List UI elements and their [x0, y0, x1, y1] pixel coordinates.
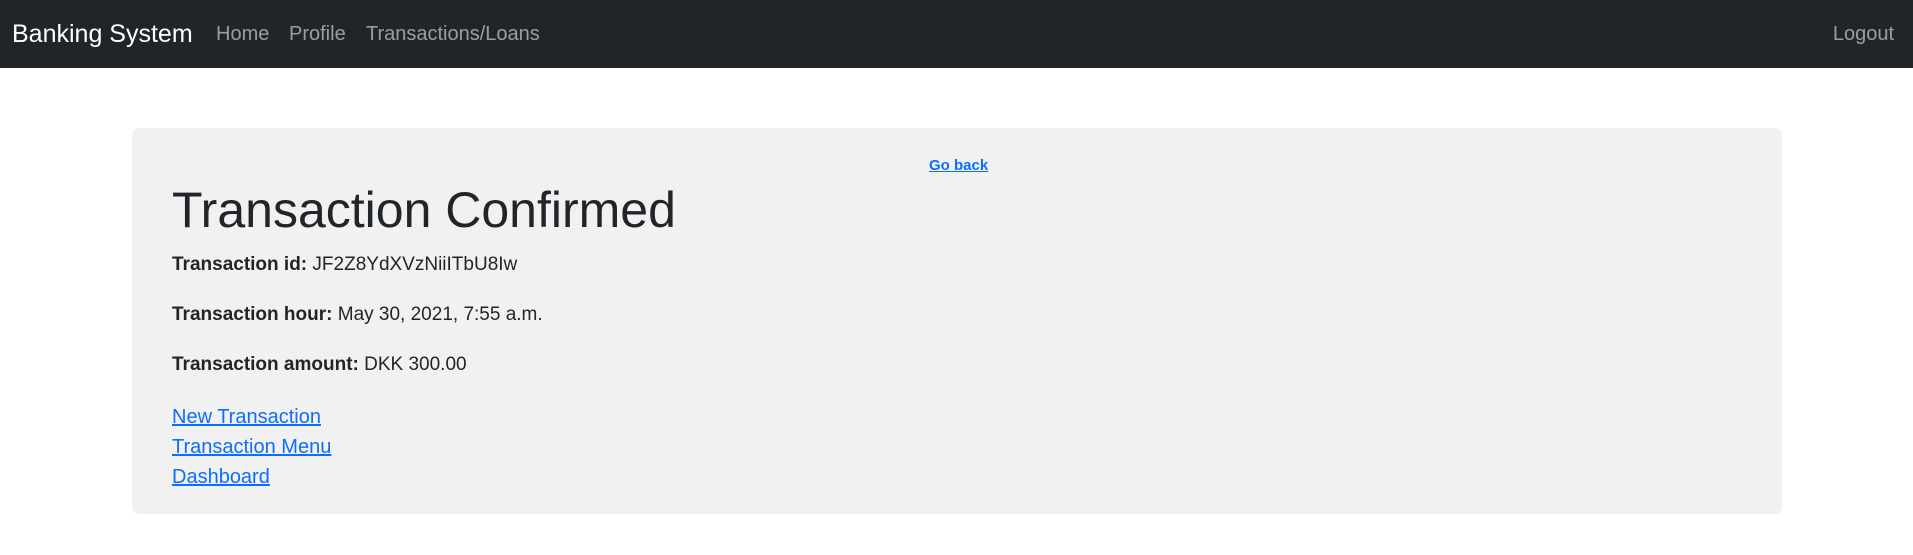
page-title: Transaction Confirmed: [172, 182, 676, 238]
transaction-amount-value: DKK 300.00: [364, 354, 467, 375]
transaction-id-label: Transaction id:: [172, 254, 308, 275]
nav-profile-link[interactable]: Profile: [289, 21, 346, 47]
transaction-hour-row: Transaction hour: May 30, 2021, 7:55 a.m…: [172, 302, 543, 328]
transaction-menu-link[interactable]: Transaction Menu: [172, 432, 331, 462]
transaction-amount-row: Transaction amount: DKK 300.00: [172, 352, 467, 378]
nav-home-link[interactable]: Home: [216, 21, 269, 47]
brand-link[interactable]: Banking System: [12, 17, 193, 51]
nav-transactions-loans-link[interactable]: Transactions/Loans: [366, 21, 540, 47]
top-navbar: Banking System Home Profile Transactions…: [0, 0, 1913, 68]
action-links: New Transaction Transaction Menu Dashboa…: [172, 402, 331, 492]
transaction-id-value: JF2Z8YdXVzNiiITbU8Iw: [312, 254, 518, 275]
transaction-hour-label: Transaction hour:: [172, 304, 333, 325]
transaction-amount-label: Transaction amount:: [172, 354, 359, 375]
new-transaction-link[interactable]: New Transaction: [172, 402, 331, 432]
logout-link[interactable]: Logout: [1833, 21, 1894, 47]
confirmation-card: Go back Transaction Confirmed Transactio…: [132, 128, 1782, 514]
go-back-link[interactable]: Go back: [929, 156, 988, 176]
transaction-hour-value: May 30, 2021, 7:55 a.m.: [337, 304, 543, 325]
transaction-id-row: Transaction id: JF2Z8YdXVzNiiITbU8Iw: [172, 252, 517, 278]
dashboard-link[interactable]: Dashboard: [172, 462, 331, 492]
